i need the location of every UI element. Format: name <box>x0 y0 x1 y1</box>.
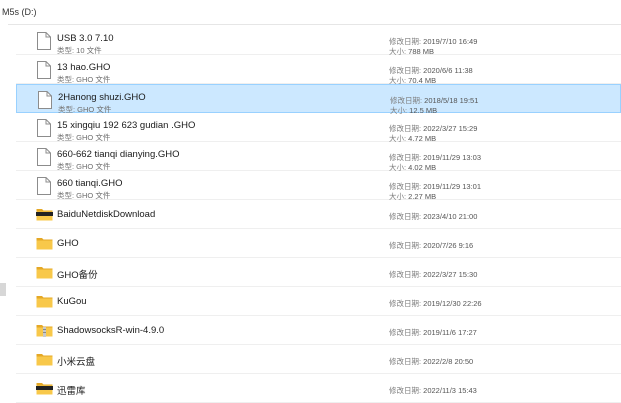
folder-icon <box>36 266 53 279</box>
folder-icon <box>36 237 53 250</box>
folder-row[interactable]: GHO 修改日期: 2020/7/26 9:16 <box>16 229 621 258</box>
item-name: 迅雷库 <box>57 386 86 397</box>
item-modified-date: 修改日期: 2022/2/8 20:50 <box>389 356 473 367</box>
folder-icon <box>36 382 53 395</box>
item-name: GHO <box>57 238 79 249</box>
item-modified-date: 修改日期: 2019/12/30 22:26 <box>389 298 482 309</box>
modified-value: 2022/2/8 20:50 <box>423 357 474 366</box>
navigation-pane-edge <box>0 24 8 400</box>
item-modified-date: 修改日期: 2020/7/26 9:16 <box>389 240 473 251</box>
file-icon <box>36 32 52 50</box>
modified-label: 修改日期: <box>390 96 425 105</box>
item-name: ShadowsocksR-win-4.9.0 <box>57 325 165 336</box>
item-name: BaiduNetdiskDownload <box>57 209 156 220</box>
modified-value: 2022/11/3 15:43 <box>423 386 477 395</box>
item-modified-date: 修改日期: 2019/11/29 13:01 <box>389 181 481 192</box>
modified-label: 修改日期: <box>389 270 424 279</box>
modified-label: 修改日期: <box>389 357 424 366</box>
type-value: GHO 文件 <box>76 162 111 171</box>
folder-row[interactable]: 迅雷库 修改日期: 2022/11/3 15:43 <box>16 374 621 403</box>
type-value: GHO 文件 <box>76 133 111 142</box>
file-icon <box>36 61 52 79</box>
navigation-pane-scroll-marker[interactable] <box>0 283 6 296</box>
folder-row[interactable]: 小米云盘 修改日期: 2022/2/8 20:50 <box>16 345 621 374</box>
modified-label: 修改日期: <box>389 66 424 75</box>
modified-label: 修改日期: <box>389 386 424 395</box>
modified-value: 2022/3/27 15:30 <box>423 270 478 279</box>
item-name: 2Hanong shuzi.GHO <box>58 92 146 103</box>
item-modified-date: 修改日期: 2020/6/6 11:38 <box>389 65 473 76</box>
modified-value: 2019/7/10 16:49 <box>423 37 478 46</box>
file-row[interactable]: 660-662 tianqi dianying.GHO 类型: GHO 文件 大小:… <box>16 142 621 172</box>
item-modified-date: 修改日期: 2019/7/10 16:49 <box>389 36 477 47</box>
address-bar[interactable]: M5s (D:) <box>0 0 621 25</box>
item-name: 小米云盘 <box>57 357 96 368</box>
item-name: 13 hao.GHO <box>57 62 111 73</box>
modified-value: 2019/12/30 22:26 <box>423 299 482 308</box>
modified-value: 2019/11/29 13:03 <box>423 153 482 162</box>
drive-label: M5s (D:) <box>2 7 37 17</box>
type-label: 类型: <box>57 191 77 200</box>
type-label: 类型: <box>57 162 77 171</box>
type-label: 类型: <box>57 75 77 84</box>
type-value: GHO 文件 <box>76 75 111 84</box>
item-modified-date: 修改日期: 2019/11/29 13:03 <box>389 152 481 163</box>
item-modified-date: 修改日期: 2022/3/27 15:30 <box>389 269 477 280</box>
modified-label: 修改日期: <box>389 182 424 191</box>
file-row[interactable]: 13 hao.GHO 类型: GHO 文件 大小: 70.4 MB 修改日期: 202… <box>16 55 621 85</box>
folder-row[interactable]: ShadowsocksR-win-4.9.0 修改日期: 2019/11/6 17… <box>16 316 621 345</box>
item-name: 15 xingqiu 192 623 gudian .GHO <box>57 120 196 131</box>
folder-row[interactable]: KuGou 修改日期: 2019/12/30 22:26 <box>16 287 621 316</box>
type-label: 类型: <box>57 133 77 142</box>
file-icon <box>37 91 53 109</box>
file-row[interactable]: 660 tianqi.GHO 类型: GHO 文件 大小: 2.27 MB 修改日期:… <box>16 171 621 201</box>
folder-row[interactable]: GHO备份 修改日期: 2022/3/27 15:30 <box>16 258 621 287</box>
type-value: GHO 文件 <box>76 191 111 200</box>
file-row[interactable]: USB 3.0 7.10 类型: 10 文件 大小: 788 MB 修改日期: 201… <box>16 26 621 56</box>
modified-value: 2018/5/18 19:51 <box>424 96 479 105</box>
item-modified-date: 修改日期: 2022/3/27 15:29 <box>389 123 477 134</box>
modified-value: 2023/4/10 21:00 <box>423 212 478 221</box>
modified-value: 2020/6/6 11:38 <box>423 66 473 75</box>
modified-label: 修改日期: <box>389 153 424 162</box>
item-name: USB 3.0 7.10 <box>57 33 114 44</box>
item-modified-date: 修改日期: 2023/4/10 21:00 <box>389 211 477 222</box>
item-name: 660 tianqi.GHO <box>57 178 123 189</box>
modified-label: 修改日期: <box>389 299 424 308</box>
item-name: 660-662 tianqi dianying.GHO <box>57 149 180 160</box>
item-modified-date: 修改日期: 2018/5/18 19:51 <box>390 95 478 106</box>
item-name: GHO备份 <box>57 270 98 281</box>
type-label: 类型: <box>57 46 77 55</box>
folder-icon <box>36 353 53 366</box>
item-modified-date: 修改日期: 2019/11/6 17:27 <box>389 327 477 338</box>
file-row[interactable]: 15 xingqiu 192 623 gudian .GHO 类型: GHO 文件… <box>16 113 621 143</box>
item-name: KuGou <box>57 296 87 307</box>
modified-value: 2022/3/27 15:29 <box>423 124 478 133</box>
modified-label: 修改日期: <box>389 212 424 221</box>
modified-label: 修改日期: <box>389 124 424 133</box>
file-icon <box>36 177 52 195</box>
folder-row[interactable]: BaiduNetdiskDownload 修改日期: 2023/4/10 21:0… <box>16 200 621 229</box>
file-icon <box>36 119 52 137</box>
file-row[interactable]: 2Hanong shuzi.GHO 类型: GHO 文件 大小: 12.5 MB 修改… <box>16 84 621 115</box>
folder-icon <box>36 295 53 308</box>
modified-value: 2020/7/26 9:16 <box>423 241 474 250</box>
modified-label: 修改日期: <box>389 328 424 337</box>
modified-label: 修改日期: <box>389 241 424 250</box>
type-value: 10 文件 <box>76 46 102 55</box>
modified-value: 2019/11/29 13:01 <box>423 182 482 191</box>
folder-icon <box>36 208 53 221</box>
modified-value: 2019/11/6 17:27 <box>423 328 477 337</box>
item-modified-date: 修改日期: 2022/11/3 15:43 <box>389 385 477 396</box>
zip-folder-icon <box>36 324 53 337</box>
modified-label: 修改日期: <box>389 37 424 46</box>
file-icon <box>36 148 52 166</box>
